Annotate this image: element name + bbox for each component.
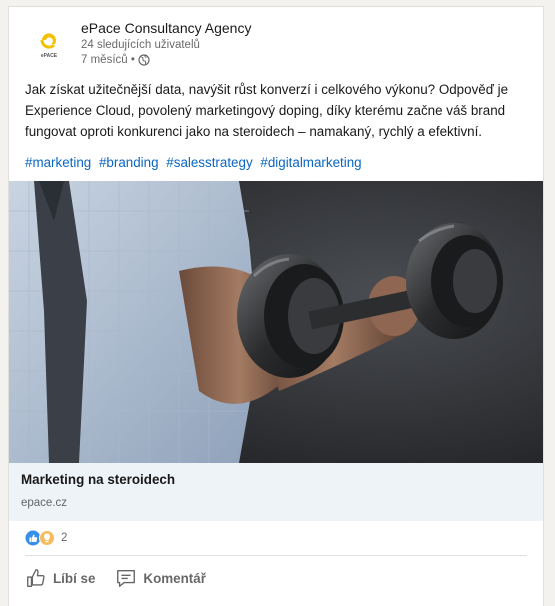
hashtag-link[interactable]: #marketing bbox=[25, 155, 91, 170]
comment-icon bbox=[117, 569, 136, 587]
reaction-count[interactable]: 2 bbox=[61, 532, 67, 544]
logo-wordmark: ePACE bbox=[41, 53, 58, 59]
post-header: ePACE ePace Consultancy Agency 24 sleduj… bbox=[9, 7, 543, 69]
epace-logo-icon: ePACE bbox=[25, 19, 73, 67]
dumbbell-photo-icon bbox=[9, 181, 543, 463]
article-domain: epace.cz bbox=[21, 497, 68, 509]
comment-button-label: Komentář bbox=[143, 570, 206, 586]
reactions-summary[interactable]: 2 bbox=[25, 529, 67, 547]
hashtag-link[interactable]: #branding bbox=[99, 155, 159, 170]
post-time-label: 7 měsíců • bbox=[81, 54, 135, 66]
article-preview[interactable]: Marketing na steroidech epace.cz bbox=[9, 463, 543, 521]
post-text: Jak získat užitečnější data, navýšit růs… bbox=[25, 82, 509, 139]
company-logo[interactable]: ePACE bbox=[25, 19, 73, 67]
hashtag-link[interactable]: #salesstrategy bbox=[166, 155, 252, 170]
article-image[interactable] bbox=[9, 181, 543, 463]
globe-icon bbox=[138, 54, 150, 66]
post-card: ePACE ePace Consultancy Agency 24 sleduj… bbox=[8, 6, 544, 606]
insightful-reaction-icon bbox=[39, 530, 55, 546]
hashtag-link[interactable]: #digitalmarketing bbox=[260, 155, 361, 170]
comment-button[interactable]: Komentář bbox=[107, 560, 214, 596]
follower-count: 24 sledujících uživatelů bbox=[81, 39, 200, 51]
article-title[interactable]: Marketing na steroidech bbox=[21, 472, 175, 487]
post-time: 7 měsíců • bbox=[81, 54, 150, 66]
social-actions: Líbí se Komentář bbox=[17, 560, 218, 596]
divider bbox=[25, 555, 527, 556]
like-button-label: Líbí se bbox=[53, 570, 96, 586]
company-name[interactable]: ePace Consultancy Agency bbox=[81, 20, 251, 36]
thumbs-up-icon bbox=[27, 569, 45, 587]
hashtag-list: #marketing #branding #salesstrategy #dig… bbox=[25, 155, 366, 170]
like-button[interactable]: Líbí se bbox=[17, 560, 103, 596]
